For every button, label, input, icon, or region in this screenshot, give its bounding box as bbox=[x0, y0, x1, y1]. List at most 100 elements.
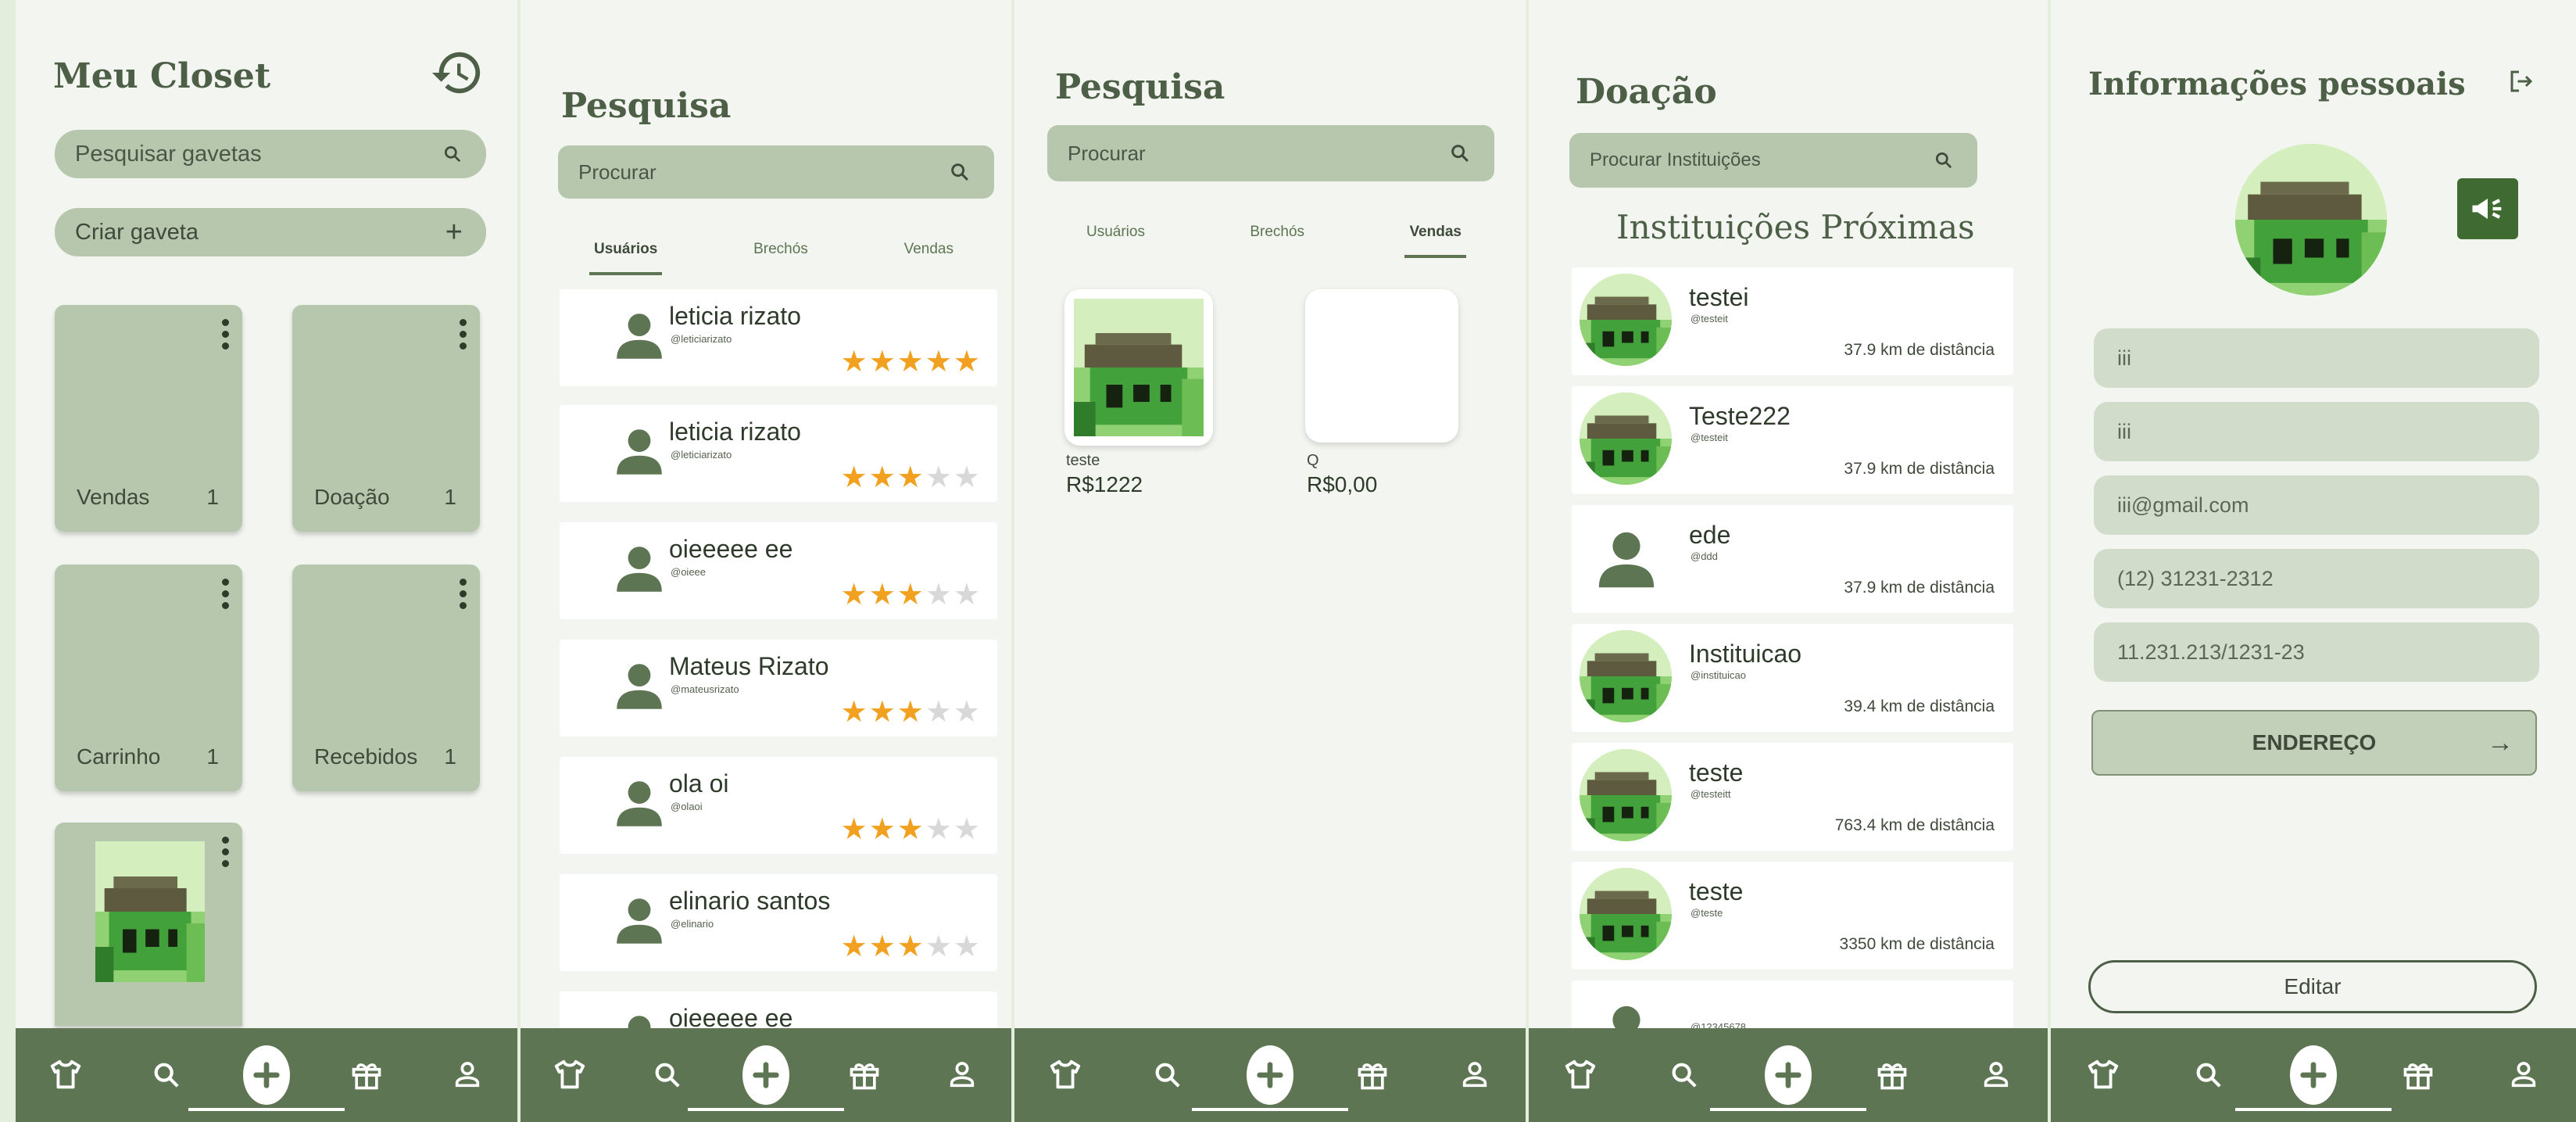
search-sales-screen: Pesquisa Procurar Usuários Brechós Venda… bbox=[1014, 0, 1526, 1122]
user-icon[interactable] bbox=[939, 1052, 986, 1099]
plus-icon[interactable] bbox=[2234, 1045, 2392, 1111]
search-icon bbox=[1451, 145, 1469, 162]
user-card[interactable]: oieeeee ee @oieee ★★★★★ bbox=[560, 522, 997, 619]
announce-icon[interactable] bbox=[2457, 178, 2518, 239]
product-name: Q bbox=[1307, 452, 1319, 469]
search-icon[interactable] bbox=[1144, 1052, 1191, 1099]
logout-icon[interactable] bbox=[2507, 67, 2538, 99]
drawer-card[interactable]: Recebidos 1 bbox=[292, 565, 480, 791]
tab-thrift-stores[interactable]: Brechós bbox=[1250, 224, 1304, 241]
search-icon[interactable] bbox=[1661, 1052, 1708, 1099]
field-value: 11.231.213/1231-23 bbox=[2117, 640, 2305, 664]
user-card[interactable]: leticia rizato @leticiarizato ★★★★★ bbox=[560, 405, 997, 502]
more-options-icon[interactable] bbox=[222, 579, 230, 609]
shirt-icon[interactable] bbox=[546, 1052, 593, 1099]
rating-stars: ★★★★★ bbox=[840, 696, 982, 729]
phone-field[interactable]: (12) 31231-2312 bbox=[2094, 549, 2539, 608]
tab-sales[interactable]: Vendas bbox=[1404, 224, 1466, 258]
gift-icon[interactable] bbox=[2395, 1052, 2442, 1099]
more-options-icon[interactable] bbox=[222, 319, 230, 350]
institution-distance: 37.9 km de distância bbox=[1844, 341, 1995, 359]
shirt-icon[interactable] bbox=[2080, 1052, 2127, 1099]
shirt-icon[interactable] bbox=[42, 1052, 89, 1099]
address-button[interactable]: ENDEREÇO → bbox=[2091, 710, 2537, 776]
user-name: Mateus Rizato bbox=[669, 652, 829, 680]
institution-card[interactable]: Instituicao @instituicao 39.4 km de dist… bbox=[1572, 624, 2013, 732]
name-field[interactable]: iii bbox=[2094, 328, 2539, 388]
search-icon[interactable] bbox=[644, 1052, 691, 1099]
avatar bbox=[611, 658, 667, 715]
tab-users[interactable]: Usuários bbox=[1086, 224, 1145, 241]
institution-name: Teste222 bbox=[1689, 402, 1791, 430]
user-icon[interactable] bbox=[444, 1052, 491, 1099]
institution-card[interactable]: Teste222 @testeit 37.9 km de distância bbox=[1572, 386, 2013, 494]
document-field[interactable]: 11.231.213/1231-23 bbox=[2094, 622, 2539, 682]
tab-thrift-stores[interactable]: Brechós bbox=[753, 241, 808, 258]
search-drawers-input[interactable]: Pesquisar gavetas bbox=[55, 130, 486, 178]
institution-name: ede bbox=[1689, 521, 1731, 549]
user-icon[interactable] bbox=[1973, 1052, 2020, 1099]
field-value: iii@gmail.com bbox=[2117, 493, 2249, 517]
product-card[interactable] bbox=[1064, 289, 1213, 446]
user-name: leticia rizato bbox=[669, 418, 801, 446]
tab-users[interactable]: Usuários bbox=[589, 241, 663, 275]
username-field[interactable]: iii bbox=[2094, 402, 2539, 461]
email-field[interactable]: iii@gmail.com bbox=[2094, 475, 2539, 535]
user-card[interactable]: leticia rizato @leticiarizato ★★★★★ bbox=[560, 289, 997, 386]
more-options-icon[interactable] bbox=[222, 837, 230, 867]
gift-icon[interactable] bbox=[841, 1052, 888, 1099]
institution-card[interactable]: testei @testeit 37.9 km de distância bbox=[1572, 267, 2013, 375]
plus-icon[interactable] bbox=[687, 1045, 844, 1111]
search-institutions-input[interactable]: Procurar Instituições bbox=[1569, 133, 1977, 188]
institution-card[interactable]: teste @teste 3350 km de distância bbox=[1572, 862, 2013, 970]
avatar bbox=[611, 776, 667, 832]
institution-handle: @testeitt bbox=[1690, 788, 1731, 800]
user-card[interactable]: elinario santos @elinario ★★★★★ bbox=[560, 874, 997, 971]
gift-icon[interactable] bbox=[1869, 1052, 1916, 1099]
edit-button[interactable]: Editar bbox=[2088, 960, 2537, 1013]
page-title: Informações pessoais bbox=[2088, 66, 2466, 102]
drawer-label: Doação bbox=[314, 485, 390, 509]
more-options-icon[interactable] bbox=[460, 579, 467, 609]
drawer-card[interactable] bbox=[55, 823, 242, 1026]
user-card[interactable]: Mateus Rizato @mateusrizato ★★★★★ bbox=[560, 640, 997, 737]
user-icon[interactable] bbox=[1451, 1052, 1498, 1099]
search-users-screen: Pesquisa Procurar Usuários Brechós Venda… bbox=[521, 0, 1011, 1122]
plus-icon[interactable] bbox=[1191, 1045, 1348, 1111]
drawer-card[interactable]: Vendas 1 bbox=[55, 305, 242, 532]
search-icon[interactable] bbox=[143, 1052, 190, 1099]
profile-avatar[interactable] bbox=[2235, 144, 2387, 296]
rating-stars: ★★★★★ bbox=[840, 579, 982, 611]
plus-icon[interactable] bbox=[1709, 1045, 1866, 1111]
history-icon[interactable] bbox=[430, 45, 485, 100]
shirt-icon[interactable] bbox=[1042, 1052, 1089, 1099]
plus-icon[interactable] bbox=[188, 1045, 345, 1111]
drawer-count: 1 bbox=[444, 744, 456, 769]
gift-icon[interactable] bbox=[1349, 1052, 1396, 1099]
user-icon[interactable] bbox=[2500, 1052, 2547, 1099]
drawer-card[interactable]: Carrinho 1 bbox=[55, 565, 242, 791]
user-card[interactable]: ola oi @olaoi ★★★★★ bbox=[560, 757, 997, 854]
institution-card[interactable]: ede @ddd 37.9 km de distância bbox=[1572, 505, 2013, 613]
create-drawer-button[interactable]: Criar gaveta + bbox=[55, 208, 486, 256]
gift-icon[interactable] bbox=[343, 1052, 390, 1099]
user-name: elinario santos bbox=[669, 887, 831, 915]
drawer-card[interactable]: Doação 1 bbox=[292, 305, 480, 532]
field-value: (12) 31231-2312 bbox=[2117, 566, 2274, 590]
tab-sales[interactable]: Vendas bbox=[904, 241, 953, 258]
institution-logo bbox=[1580, 630, 1672, 722]
product-card[interactable] bbox=[1305, 289, 1458, 443]
search-placeholder: Procurar bbox=[578, 160, 657, 184]
institution-distance: 763.4 km de distância bbox=[1834, 816, 1995, 834]
institution-card[interactable]: teste @testeitt 763.4 km de distância bbox=[1572, 743, 2013, 851]
search-placeholder: Pesquisar gavetas bbox=[75, 141, 262, 167]
search-input[interactable]: Procurar bbox=[558, 145, 994, 199]
search-icon[interactable] bbox=[2185, 1052, 2232, 1099]
institution-name: testei bbox=[1689, 283, 1749, 311]
more-options-icon[interactable] bbox=[460, 319, 467, 350]
avatar bbox=[611, 541, 667, 597]
bottom-nav bbox=[2051, 1028, 2576, 1122]
search-icon bbox=[951, 163, 968, 181]
search-input[interactable]: Procurar bbox=[1047, 125, 1494, 181]
shirt-icon[interactable] bbox=[1557, 1052, 1604, 1099]
